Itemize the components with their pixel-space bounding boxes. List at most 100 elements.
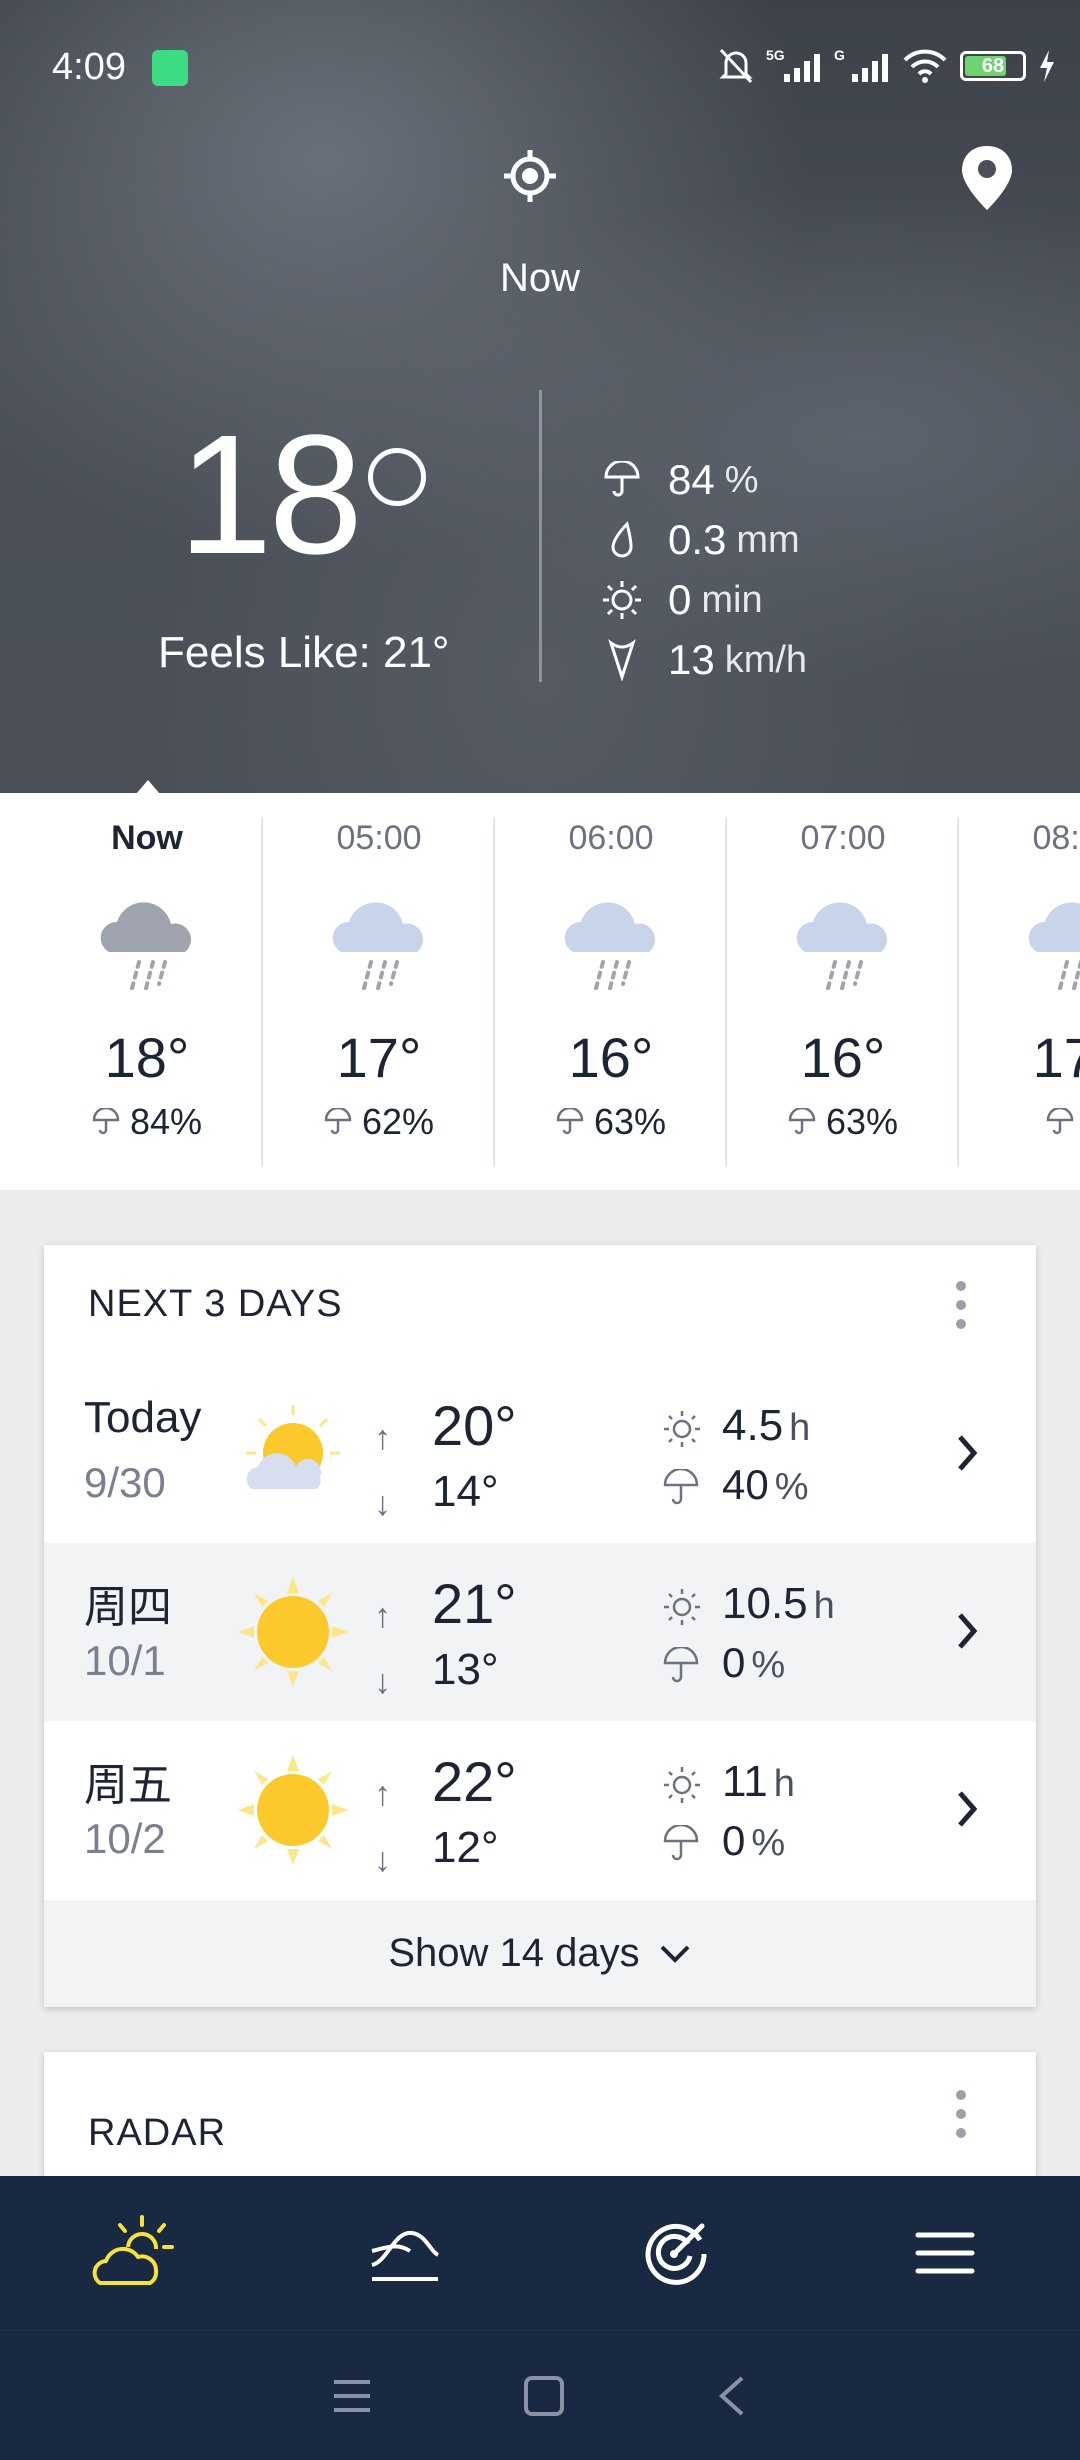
hamburger-menu-icon: [915, 2232, 975, 2274]
radar-card[interactable]: RADAR: [44, 2052, 1036, 2182]
signal-label-2: G: [834, 48, 845, 63]
chevron-right-icon[interactable]: [948, 1783, 988, 1835]
status-time: 4:09: [52, 46, 126, 88]
hourly-temp: 16°: [568, 1026, 654, 1089]
chevron-right-icon[interactable]: [948, 1605, 988, 1657]
hourly-forecast[interactable]: Now 18° 84% 05:00 17° 62% 06:00 16° 63% …: [0, 793, 1080, 1190]
sunshine-hours: 4.5 h: [722, 1401, 810, 1451]
precip-chance-value: 40: [722, 1461, 769, 1508]
partly-cloudy-rain-icon: [1028, 902, 1080, 994]
precip-chance-value: 0: [722, 1817, 746, 1864]
current-weather-hero: 4:09 5G G 68 Now 18 Feels Like: 21° 84%: [0, 0, 1080, 793]
precip-amount-value: 0.3: [668, 516, 727, 563]
day-name: Today: [84, 1393, 202, 1442]
precip-chance: 0%: [722, 1639, 785, 1687]
hi-lo-arrows: ↑ ↓: [374, 1597, 391, 1701]
chevron-down-icon: [660, 1945, 690, 1963]
rain-cloud-icon: [100, 902, 192, 994]
radar-icon: [645, 2223, 707, 2285]
partly-cloudy-icon: [246, 1405, 340, 1489]
day-high: 20°: [432, 1394, 517, 1457]
hourly-item[interactable]: Now 18° 84%: [31, 793, 263, 1167]
hourly-precip-value: 84%: [129, 1101, 203, 1142]
hourly-temp: 17°: [336, 1026, 422, 1089]
hourly-time: 06:00: [568, 819, 654, 857]
day-row[interactable]: 周四 10/1 ↑ ↓ 21° 13° 10.5 h 0%: [44, 1543, 1036, 1721]
umbrella-icon: [663, 1469, 699, 1505]
hourly-item[interactable]: 06:00 16° 63%: [495, 793, 727, 1167]
hourly-temp: 17°: [1032, 1026, 1080, 1089]
hourly-precip-value: 63%: [593, 1101, 667, 1142]
more-options-icon[interactable]: [956, 2090, 968, 2138]
charging-icon: [1040, 50, 1054, 82]
tab-radar[interactable]: [540, 2176, 810, 2330]
sunshine: 0 min: [600, 570, 807, 630]
degree-symbol: [368, 448, 426, 506]
sunshine-hours-unit: h: [789, 1407, 811, 1449]
mute-bell-icon: [719, 48, 753, 84]
divider: [539, 390, 542, 682]
precip-probability: 84%: [600, 450, 807, 510]
day-row[interactable]: 周五 10/2 ↑ ↓ 22° 12° 11 h 0%: [44, 1721, 1036, 1899]
sunshine-hours-unit: h: [773, 1763, 795, 1805]
hourly-precip: 5: [959, 1101, 1080, 1143]
recents-icon[interactable]: [330, 2376, 374, 2416]
tab-weather[interactable]: [0, 2176, 270, 2330]
chevron-right-icon[interactable]: [948, 1427, 988, 1479]
hourly-precip-value: 63%: [825, 1101, 899, 1142]
sun-icon: [664, 1411, 700, 1447]
precip-probability-unit: %: [724, 458, 759, 501]
hourly-item[interactable]: 07:00 16° 63%: [727, 793, 959, 1167]
locate-icon[interactable]: [502, 148, 558, 204]
umbrella-icon: [788, 1108, 816, 1135]
tab-menu[interactable]: [810, 2176, 1080, 2330]
battery-icon: 68: [960, 51, 1026, 81]
raindrop-icon: [600, 518, 644, 562]
day-high: 22°: [432, 1750, 517, 1813]
signal-icon-2: G: [834, 48, 888, 82]
hi-lo-arrows: ↑ ↓: [374, 1419, 391, 1523]
precip-probability-value: 84: [668, 456, 715, 503]
hi-lo-arrows: ↑ ↓: [374, 1775, 391, 1879]
precip-chance-value: 0: [722, 1639, 746, 1686]
hourly-time: 05:00: [336, 819, 422, 857]
home-icon[interactable]: [522, 2374, 566, 2418]
sunshine-hours-value: 4.5: [722, 1401, 784, 1450]
sun-icon: [664, 1589, 700, 1625]
hourly-temp: 16°: [800, 1026, 886, 1089]
day-high: 21°: [432, 1572, 517, 1635]
precip-chance: 0%: [722, 1817, 785, 1865]
signal-label-1: 5G: [766, 48, 785, 63]
umbrella-icon: [92, 1108, 120, 1135]
day-date: 9/30: [84, 1459, 166, 1506]
location-pin-icon[interactable]: [958, 144, 1016, 212]
sunshine-hours: 11 h: [722, 1757, 795, 1807]
hourly-item[interactable]: 08:00 17° 5: [959, 793, 1080, 1167]
day-low: 14°: [432, 1467, 499, 1516]
current-stats: 84% 0.3 mm 0 min 13 km/h: [600, 450, 807, 690]
precip-chance-unit: %: [774, 1466, 809, 1508]
wind: 13 km/h: [600, 630, 807, 690]
show-14-days-button[interactable]: Show 14 days: [44, 1900, 1036, 2007]
hourly-pointer: [136, 780, 160, 794]
radar-title: RADAR: [88, 2112, 227, 2154]
hourly-precip: 63%: [495, 1101, 727, 1143]
hourly-item[interactable]: 05:00 17° 62%: [263, 793, 495, 1167]
back-icon[interactable]: [714, 2374, 750, 2418]
wind-value: 13: [668, 636, 715, 683]
day-date: 10/1: [84, 1637, 166, 1684]
more-options-icon[interactable]: [956, 1281, 968, 1329]
day-name: 周五: [84, 1761, 172, 1810]
day-low: 13°: [432, 1645, 499, 1694]
day-row[interactable]: Today 9/30 ↑ ↓ 20° 14° 4.5 h 40%: [44, 1365, 1036, 1543]
tab-trends[interactable]: [270, 2176, 540, 2330]
sunshine-hours-value: 10.5: [722, 1579, 808, 1628]
battery-level: 68: [981, 54, 1005, 77]
feels-like: Feels Like: 21°: [158, 628, 450, 677]
hourly-time: Now: [111, 819, 183, 857]
precip-amount-unit: mm: [736, 518, 800, 561]
rain-cloud-icon: [564, 902, 656, 994]
day-name: 周四: [84, 1583, 172, 1632]
hourly-time: 07:00: [800, 819, 886, 857]
hourly-time: 08:00: [1032, 819, 1080, 857]
